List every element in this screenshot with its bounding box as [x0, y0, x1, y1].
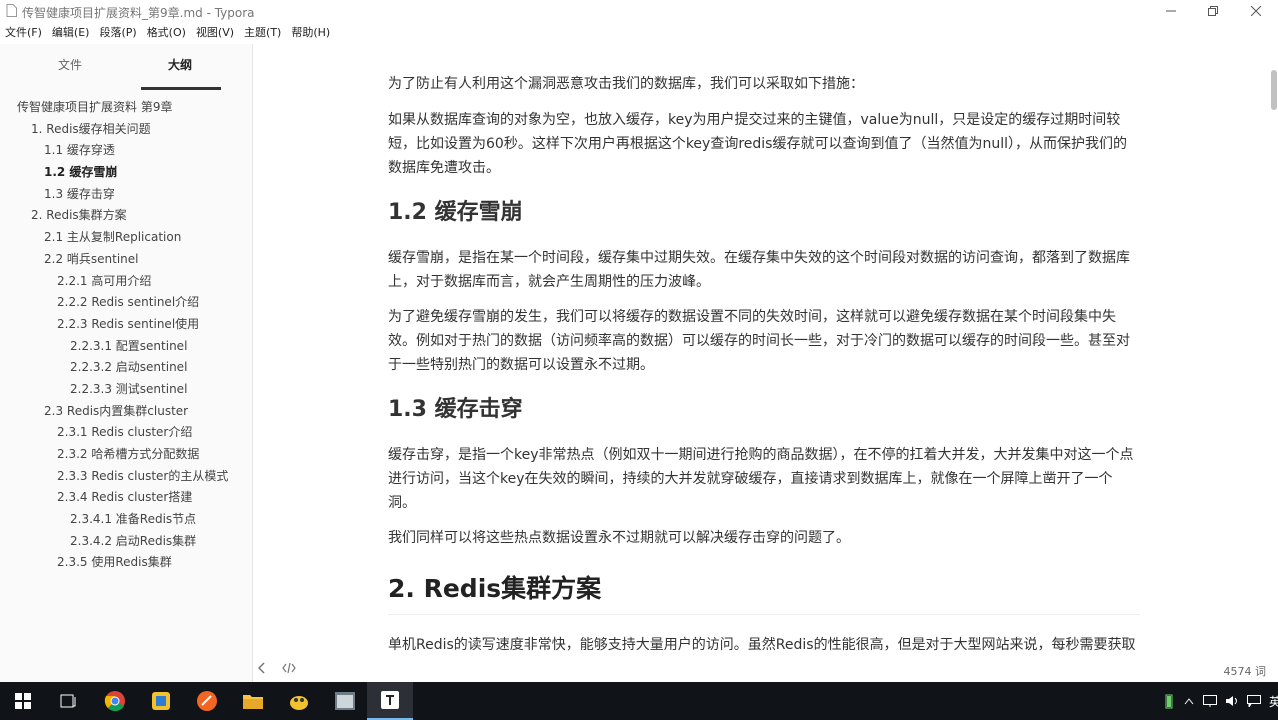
minimize-button[interactable] — [1150, 0, 1192, 22]
restore-icon — [1208, 6, 1218, 16]
outline-item[interactable]: 2.1 主从复制Replication — [0, 227, 253, 249]
editor[interactable]: 为了防止有人利用这个漏洞恶意攻击我们的数据库，我们可以采取如下措施： 如果从数据库… — [254, 44, 1270, 658]
outline-item-active[interactable]: 1.2 缓存雪崩 — [0, 162, 253, 184]
menu-item[interactable]: 编辑(E) — [47, 24, 95, 40]
code-icon — [282, 662, 296, 674]
heading-2: 1.3 缓存击穿 — [388, 397, 523, 422]
menu-item[interactable]: 帮助(H) — [286, 24, 335, 40]
outline-item[interactable]: 2.3.1 Redis cluster介绍 — [0, 422, 253, 444]
heading-2: 1.2 缓存雪崩 — [388, 200, 523, 225]
outline-item[interactable]: 2.3.5 使用Redis集群 — [0, 552, 253, 574]
chrome-icon — [104, 691, 125, 712]
input-method-indicator[interactable]: 英 — [1269, 693, 1278, 710]
scrollbar-thumb[interactable] — [1271, 70, 1277, 110]
outline-item[interactable]: 2.3.3 Redis cluster的主从模式 — [0, 466, 253, 488]
menu-item[interactable]: 文件(F) — [0, 24, 47, 40]
outline-item[interactable]: 2.3.4.1 准备Redis节点 — [0, 509, 253, 531]
notification-icon[interactable] — [1247, 695, 1261, 707]
document-icon — [6, 4, 17, 17]
scrollbar[interactable] — [1268, 44, 1278, 658]
outline-item[interactable]: 1.3 缓存击穿 — [0, 184, 253, 206]
menu-item[interactable]: 视图(V) — [191, 24, 239, 40]
sidebar: 文件 大纲 传智健康项目扩展资料 第9章 1. Redis缓存相关问题 1.1 缓存… — [0, 44, 253, 682]
folder-icon — [243, 695, 263, 709]
source-mode-button[interactable] — [282, 662, 296, 677]
outline-list: 传智健康项目扩展资料 第9章 1. Redis缓存相关问题 1.1 缓存穿透 1.2 … — [0, 97, 253, 574]
system-tray: 英 — [1164, 682, 1278, 720]
windows-start-icon — [15, 693, 31, 709]
task-view-button[interactable] — [46, 682, 92, 720]
outline-item[interactable]: 2.2.3.1 配置sentinel — [0, 336, 253, 358]
outline-item[interactable]: 2. Redis集群方案 — [0, 205, 253, 227]
task-view-icon — [60, 694, 76, 708]
menu-item[interactable]: 段落(P) — [94, 24, 141, 40]
sidebar-tabs: 文件 大纲 — [0, 52, 253, 90]
paragraph: 单机Redis的读写速度非常快，能够支持大量用户的访问。虽然Redis的性能很高… — [388, 637, 1136, 653]
network-icon[interactable] — [1203, 695, 1217, 707]
start-button[interactable] — [0, 682, 46, 720]
outline-item[interactable]: 2.2.3.2 启动sentinel — [0, 357, 253, 379]
paragraph: 缓存击穿，是指一个key非常热点（例如双十一期间进行抢购的商品数据），在不停的扛… — [388, 447, 1134, 511]
minimize-icon — [1166, 10, 1176, 12]
chevron-up-icon[interactable] — [1184, 697, 1194, 705]
document-content: 为了防止有人利用这个漏洞恶意攻击我们的数据库，我们可以采取如下措施： 如果从数据库… — [388, 72, 1140, 658]
outline-item[interactable]: 2.3.4 Redis cluster搭建 — [0, 487, 253, 509]
battery-icon[interactable] — [1164, 693, 1174, 709]
restore-button[interactable] — [1192, 0, 1234, 22]
taskbar-chrome[interactable] — [92, 682, 138, 720]
outline-item[interactable]: 2.3.2 哈希槽方式分配数据 — [0, 444, 253, 466]
outline-item[interactable]: 2.3.4.2 启动Redis集群 — [0, 531, 253, 553]
paragraph: 为了防止有人利用这个漏洞恶意攻击我们的数据库，我们可以采取如下措施： — [388, 76, 864, 92]
paragraph: 我们同样可以将这些热点数据设置永不过期就可以解决缓存击穿的问题了。 — [388, 530, 850, 546]
app-window-icon — [335, 692, 355, 710]
outline-item[interactable]: 2.2.1 高可用介绍 — [0, 271, 253, 293]
outline-item[interactable]: 2.3 Redis内置集群cluster — [0, 401, 253, 423]
outline-item[interactable]: 2.2.3.3 测试sentinel — [0, 379, 253, 401]
outline-item[interactable]: 传智健康项目扩展资料 第9章 — [0, 97, 253, 119]
taskbar-file-explorer[interactable] — [230, 682, 276, 720]
taskbar-typora[interactable] — [367, 682, 413, 720]
title-bar: 传智健康项目扩展资料_第9章.md - Typora — [0, 0, 1278, 22]
outline-item[interactable]: 1. Redis缓存相关问题 — [0, 119, 253, 141]
outline-item[interactable]: 1.1 缓存穿透 — [0, 140, 253, 162]
close-button[interactable] — [1235, 0, 1277, 22]
toggle-sidebar-button[interactable] — [257, 662, 266, 678]
paragraph: 为了避免缓存雪崩的发生，我们可以将缓存的数据设置不同的失效时间，这样就可以避免缓… — [388, 309, 1130, 373]
tab-files[interactable]: 文件 — [58, 56, 82, 73]
menu-item[interactable]: 格式(O) — [142, 24, 191, 40]
paragraph: 如果从数据库查询的对象为空，也放入缓存，key为用户提交过来的主键值，value… — [388, 112, 1127, 176]
heading-1: 2. Redis集群方案 — [388, 572, 1140, 615]
tab-outline[interactable]: 大纲 — [168, 56, 192, 73]
outline-item[interactable]: 2.2.3 Redis sentinel使用 — [0, 314, 253, 336]
chevron-left-icon — [257, 662, 265, 674]
taskbar-app-window[interactable] — [322, 682, 368, 720]
taskbar-app-yellow[interactable] — [138, 682, 184, 720]
close-icon — [1251, 6, 1261, 16]
outline-item[interactable]: 2.2 哨兵sentinel — [0, 249, 253, 271]
speaker-icon[interactable] — [1225, 695, 1239, 707]
taskbar: 英 — [0, 682, 1278, 720]
paragraph: 缓存雪崩，是指在某一个时间段，缓存集中过期失效。在缓存集中失效的这个时间段对数据… — [388, 250, 1130, 290]
typora-icon — [381, 691, 399, 709]
window-title: 传智健康项目扩展资料_第9章.md - Typora — [22, 6, 255, 20]
word-count[interactable]: 4574 词 — [1224, 663, 1267, 679]
app-icon — [197, 691, 217, 711]
taskbar-app-orange[interactable] — [184, 682, 230, 720]
active-tab-indicator — [141, 87, 221, 90]
taskbar-app-bird[interactable] — [276, 682, 322, 720]
menu-bar: 文件(F) 编辑(E) 段落(P) 格式(O) 视图(V) 主题(T) 帮助(H) — [0, 22, 335, 42]
status-bar: 4574 词 — [254, 658, 1278, 682]
app-icon — [152, 692, 170, 710]
menu-item[interactable]: 主题(T) — [239, 24, 286, 40]
outline-item[interactable]: 2.2.2 Redis sentinel介绍 — [0, 292, 253, 314]
bird-icon — [290, 696, 308, 710]
